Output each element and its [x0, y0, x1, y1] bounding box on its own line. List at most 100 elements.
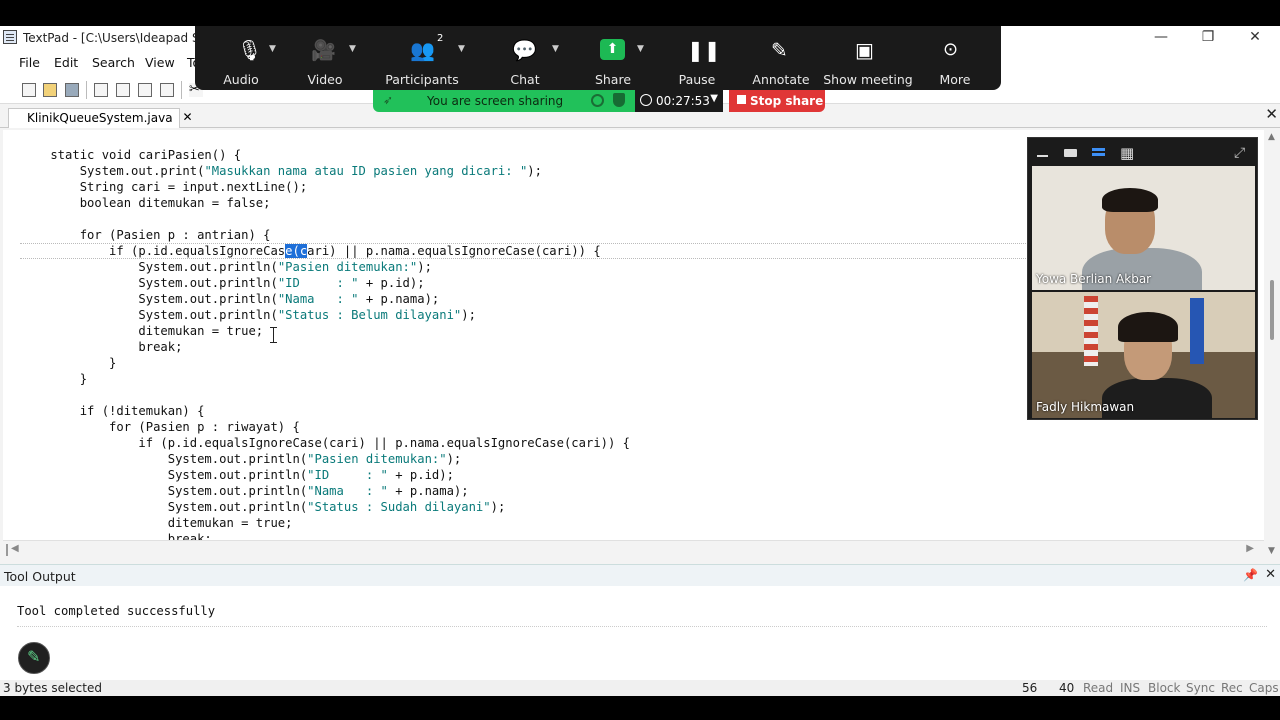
close-tool-output-icon[interactable]: ✕ — [1265, 567, 1276, 582]
expand-icon[interactable]: ⤢ — [1234, 146, 1248, 160]
chevron-down-icon[interactable]: ▼ — [637, 44, 644, 54]
annotate-pen-icon[interactable] — [18, 642, 50, 674]
open-folder-icon[interactable] — [43, 83, 57, 97]
code-text: for (Pasien p : antrian) { — [21, 228, 271, 242]
text-cursor-icon — [269, 327, 279, 343]
status-bar: 3 bytes selected 56 40 Read INS Block Sy… — [0, 680, 1280, 696]
code-line[interactable]: System.out.println("Pasien ditemukan:"); — [21, 451, 630, 467]
code-line[interactable]: ditemukan = true; — [21, 515, 630, 531]
chevron-down-icon[interactable]: ▼ — [349, 44, 356, 54]
code-line[interactable] — [21, 387, 630, 403]
participant-video[interactable]: Fadly Hikmawan — [1032, 292, 1255, 418]
chat-button[interactable]: 💬 ▼ Chat — [485, 26, 565, 90]
code-line[interactable]: System.out.println("Status : Belum dilay… — [21, 307, 630, 323]
save-all-icon[interactable] — [94, 83, 108, 97]
video-button[interactable]: 🎥 ▼ Video — [285, 26, 365, 90]
new-file-icon[interactable] — [22, 83, 36, 97]
chevron-down-icon[interactable]: ▼ — [710, 93, 718, 104]
code-text: System.out.println( — [21, 276, 278, 290]
code-line[interactable]: System.out.println("Nama : " + p.nama); — [21, 291, 630, 307]
code-line[interactable]: System.out.println("Nama : " + p.nama); — [21, 483, 630, 499]
share-button[interactable]: ⬆ ▼ Share — [573, 26, 653, 90]
window-title: TextPad - [C:\Users\Ideapad Slim — [23, 31, 198, 45]
scroll-down-icon[interactable]: ▼ — [1268, 546, 1275, 556]
code-text: System.out.println( — [21, 484, 308, 498]
pause-button[interactable]: ❚❚ Pause — [657, 26, 737, 90]
scroll-left-icon[interactable]: ◀ — [11, 543, 19, 554]
scroll-up-icon[interactable]: ▲ — [1268, 132, 1275, 142]
save-icon[interactable] — [65, 83, 79, 97]
status-ins: INS — [1120, 681, 1141, 695]
code-text: System.out.print( — [21, 164, 205, 178]
code-line[interactable]: System.out.println("Status : Sudah dilay… — [21, 499, 630, 515]
print-icon[interactable] — [116, 83, 130, 97]
chevron-down-icon[interactable]: ▼ — [552, 44, 559, 54]
code-text: break; — [21, 532, 212, 540]
annotate-button[interactable]: ✎ Annotate — [741, 26, 821, 90]
scroll-right-icon[interactable]: ▶ — [1246, 543, 1254, 554]
code-line[interactable]: if (!ditemukan) { — [21, 403, 630, 419]
show-meeting-button[interactable]: ▣ Show meeting — [822, 26, 914, 90]
code-line[interactable]: break; — [21, 531, 630, 540]
scroll-thumb[interactable] — [6, 544, 8, 556]
code-line[interactable]: System.out.println("ID : " + p.id); — [21, 275, 630, 291]
code-line[interactable]: System.out.print("Masukkan nama atau ID … — [21, 163, 630, 179]
code-line[interactable] — [21, 211, 630, 227]
strip-view-icon[interactable] — [1092, 146, 1106, 160]
chat-label: Chat — [510, 72, 540, 87]
close-document-icon[interactable]: ✕ — [1265, 105, 1278, 123]
grid-view-icon[interactable]: ▦ — [1120, 146, 1134, 161]
participants-button[interactable]: 👥 2 ▼ Participants — [382, 26, 465, 90]
menu-file[interactable]: File — [19, 55, 40, 70]
minimize-gallery-icon[interactable] — [1036, 146, 1050, 160]
string-literal: "ID : " — [307, 468, 388, 482]
code-line[interactable]: boolean ditemukan = false; — [21, 195, 630, 211]
code-text: + p.id); — [387, 468, 454, 482]
code-line[interactable]: String cari = input.nextLine(); — [21, 179, 630, 195]
monitor-icon: ▣ — [855, 38, 874, 62]
print-preview-icon[interactable] — [138, 83, 152, 97]
timer-value: 00:27:53 — [656, 94, 710, 108]
vertical-scrollbar[interactable]: ▲ ▼ — [1264, 130, 1280, 558]
code-text: ari) || p.nama.equalsIgnoreCase(cari)) { — [307, 244, 601, 258]
code-line[interactable]: if (p.id.equalsIgnoreCase(cari) || p.nam… — [21, 243, 630, 259]
menu-edit[interactable]: Edit — [54, 55, 78, 70]
stop-share-button[interactable]: Stop share — [729, 90, 825, 112]
video-label: Video — [307, 72, 343, 87]
horizontal-scrollbar[interactable]: ◀ ▶ — [3, 540, 1264, 558]
restore-button[interactable]: ❐ — [1193, 28, 1223, 46]
code-line[interactable]: System.out.println("Pasien ditemukan:"); — [21, 259, 630, 275]
code-line[interactable]: for (Pasien p : antrian) { — [21, 227, 630, 243]
code-line[interactable]: break; — [21, 339, 630, 355]
toolbar-separator — [181, 81, 182, 99]
speaker-view-icon[interactable] — [1064, 146, 1078, 160]
code-line[interactable]: } — [21, 371, 630, 387]
string-literal: "Masukkan nama atau ID pasien yang dicar… — [204, 164, 528, 178]
code-line[interactable]: for (Pasien p : riwayat) { — [21, 419, 630, 435]
code-line[interactable]: if (p.id.equalsIgnoreCase(cari) || p.nam… — [21, 435, 630, 451]
code-text: String cari = input.nextLine(); — [21, 180, 308, 194]
code-text: System.out.println( — [21, 308, 278, 322]
scroll-thumb[interactable] — [1270, 280, 1274, 340]
code-line[interactable]: System.out.println("ID : " + p.id); — [21, 467, 630, 483]
page-setup-icon[interactable] — [160, 83, 174, 97]
code-text: ditemukan = true; — [21, 324, 264, 338]
participant-video[interactable]: Yowa Berlian Akbar — [1032, 166, 1255, 290]
code-line[interactable]: ditemukan = true; — [21, 323, 630, 339]
minimize-button[interactable]: — — [1146, 28, 1176, 46]
pin-icon[interactable]: 📌 — [1243, 568, 1258, 582]
more-button[interactable]: ⊙ More — [915, 26, 995, 90]
selected-text: e(c — [285, 244, 308, 258]
chevron-down-icon[interactable]: ▼ — [458, 44, 465, 54]
tab-klinikqueuesystem[interactable]: KlinikQueueSystem.java ✕ — [8, 108, 193, 128]
menu-search[interactable]: Search — [92, 55, 135, 70]
code-line[interactable]: static void cariPasien() { — [21, 147, 630, 163]
chevron-down-icon[interactable]: ▼ — [269, 44, 276, 54]
tool-output-pane[interactable]: Tool completed successfully — [0, 586, 1280, 680]
close-window-button[interactable]: ✕ — [1240, 28, 1270, 46]
audio-button[interactable]: 🎙 ▼ Audio — [201, 26, 281, 90]
code-line[interactable]: } — [21, 355, 630, 371]
close-tab-icon[interactable]: ✕ — [183, 110, 193, 124]
meeting-timer[interactable]: 00:27:53 ▼ — [635, 90, 723, 112]
menu-view[interactable]: View — [145, 55, 175, 70]
